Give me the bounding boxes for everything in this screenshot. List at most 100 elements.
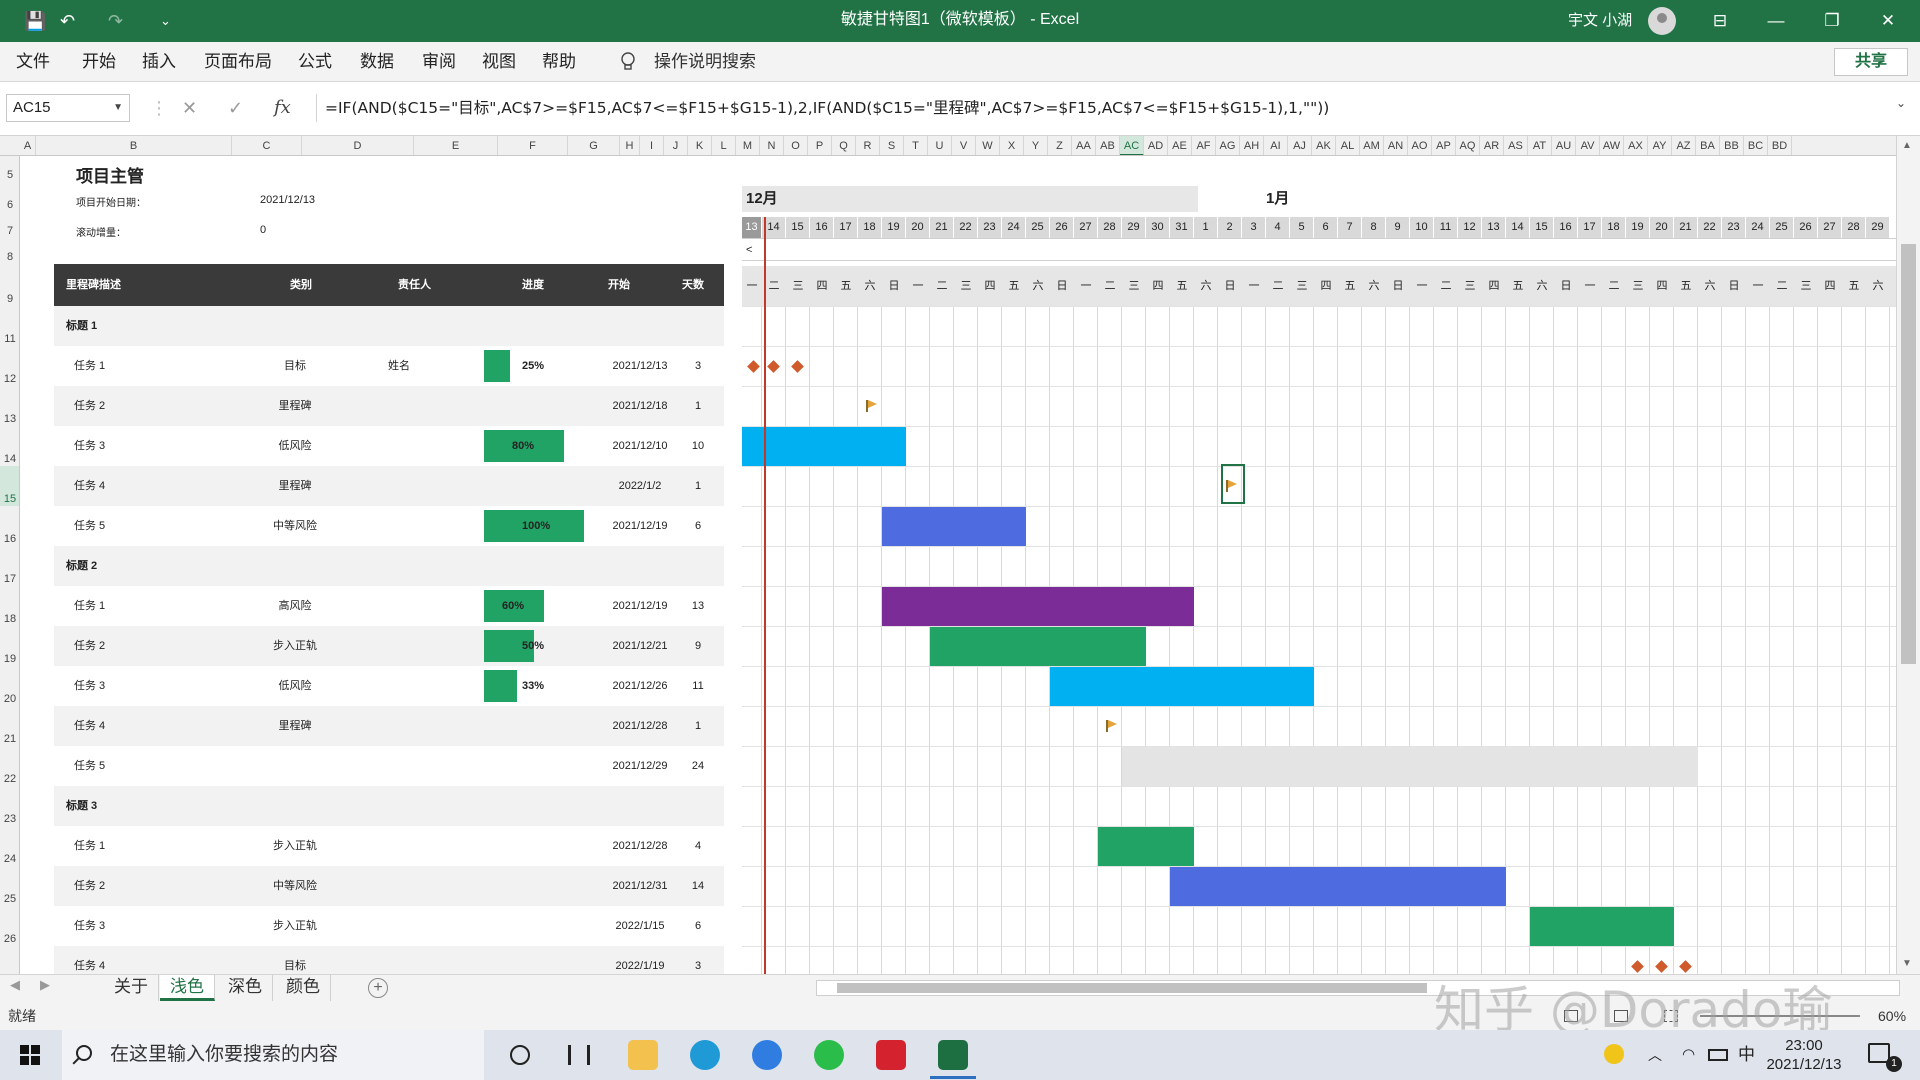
timeline-day[interactable]: 4 — [1266, 217, 1290, 238]
tab-color[interactable]: 颜色 — [276, 975, 331, 1001]
column-header-a[interactable]: A — [20, 136, 36, 155]
column-header-ak[interactable]: AK — [1312, 136, 1336, 155]
timeline-weekday[interactable]: 六 — [1194, 266, 1218, 306]
timeline-weekday[interactable]: 一 — [1578, 266, 1602, 306]
header-desc[interactable]: 里程碑描述 — [66, 264, 121, 306]
task-desc[interactable]: 任务 1 — [74, 346, 105, 386]
task-days[interactable]: 1 — [684, 706, 712, 746]
scroll-increment-value[interactable]: 0 — [260, 224, 266, 236]
timeline-weekday[interactable]: 四 — [978, 266, 1002, 306]
task-start[interactable]: 2021/12/31 — [600, 866, 680, 906]
column-header-m[interactable]: M — [736, 136, 760, 155]
column-header-t[interactable]: T — [904, 136, 928, 155]
task-start[interactable]: 2022/1/15 — [600, 906, 680, 946]
vertical-scrollbar[interactable]: ▲ ▼ — [1896, 136, 1920, 974]
timeline-day[interactable]: 20 — [1650, 217, 1674, 238]
task-start[interactable]: 2021/12/28 — [600, 826, 680, 866]
edge-icon[interactable] — [690, 1040, 720, 1070]
gantt-bar[interactable] — [1170, 867, 1506, 906]
timeline-weekday[interactable]: 五 — [1002, 266, 1026, 306]
column-header-x[interactable]: X — [1000, 136, 1024, 155]
restore-button[interactable]: ❐ — [1804, 0, 1860, 42]
column-header-d[interactable]: D — [302, 136, 414, 155]
menu-view[interactable]: 视图 — [482, 42, 516, 82]
column-header-ae[interactable]: AE — [1168, 136, 1192, 155]
task-category[interactable]: 高风险 — [250, 586, 340, 626]
task-start[interactable]: 2022/1/2 — [600, 466, 680, 506]
timeline-weekday[interactable]: 四 — [810, 266, 834, 306]
timeline-weekday[interactable]: 五 — [1506, 266, 1530, 306]
task-category[interactable]: 步入正轨 — [250, 906, 340, 946]
task-category[interactable]: 步入正轨 — [250, 826, 340, 866]
timeline-day[interactable]: 10 — [1410, 217, 1434, 238]
hscroll-thumb[interactable] — [837, 983, 1427, 993]
task-category[interactable]: 低风险 — [250, 666, 340, 706]
timeline-day[interactable]: 22 — [1698, 217, 1722, 238]
task-start[interactable]: 2021/12/21 — [600, 626, 680, 666]
task-desc[interactable]: 任务 2 — [74, 866, 105, 906]
table-row[interactable]: 任务 2 里程碑 2021/12/18 1 — [54, 386, 724, 426]
timeline-day[interactable]: 19 — [1626, 217, 1650, 238]
timeline-weekday[interactable]: 五 — [1170, 266, 1194, 306]
worksheet[interactable]: 项目主管 项目开始日期： 2021/12/13 滚动增量： 0 里程碑描述 类别… — [20, 156, 1896, 974]
group-title[interactable]: 标题 1 — [66, 306, 97, 346]
row-header-5[interactable]: 5 — [0, 156, 19, 182]
task-days[interactable]: 1 — [684, 386, 712, 426]
progress-value[interactable]: 50% — [522, 626, 544, 666]
task-desc[interactable]: 任务 1 — [74, 586, 105, 626]
timeline-day[interactable]: 13 — [742, 217, 762, 238]
task-days[interactable]: 9 — [684, 626, 712, 666]
column-header-aq[interactable]: AQ — [1456, 136, 1480, 155]
night-light-icon[interactable] — [1604, 1044, 1624, 1064]
scroll-thumb[interactable] — [1901, 244, 1916, 664]
row-header-20[interactable]: 20 — [0, 666, 19, 706]
timeline-weekday[interactable]: 三 — [954, 266, 978, 306]
task-days[interactable]: 4 — [684, 826, 712, 866]
column-header-n[interactable]: N — [760, 136, 784, 155]
tab-prev-icon[interactable]: ◀ — [10, 977, 20, 993]
menu-insert[interactable]: 插入 — [142, 42, 176, 82]
timeline-day[interactable]: 12 — [1458, 217, 1482, 238]
task-view-icon[interactable] — [568, 1045, 590, 1065]
timeline-day[interactable]: 15 — [1530, 217, 1554, 238]
task-start[interactable]: 2021/12/18 — [600, 386, 680, 426]
task-desc[interactable]: 任务 4 — [74, 466, 105, 506]
timeline-weekday[interactable]: 一 — [742, 266, 762, 306]
column-header-am[interactable]: AM — [1360, 136, 1384, 155]
chevron-down-icon[interactable]: ▼ — [113, 95, 123, 121]
table-row[interactable]: 任务 4 里程碑 2021/12/28 1 — [54, 706, 724, 746]
goal-marker[interactable] — [767, 360, 780, 373]
timeline-day[interactable]: 28 — [1098, 217, 1122, 238]
timeline-day[interactable]: 5 — [1290, 217, 1314, 238]
timeline-day[interactable]: 24 — [1002, 217, 1026, 238]
row-header-25[interactable]: 25 — [0, 866, 19, 906]
column-header-g[interactable]: G — [568, 136, 620, 155]
row-header-13[interactable]: 13 — [0, 386, 19, 426]
row-header-24[interactable]: 24 — [0, 826, 19, 866]
gantt-bar[interactable] — [930, 627, 1146, 666]
column-header-b[interactable]: B — [36, 136, 232, 155]
timeline-weekday[interactable]: 六 — [858, 266, 882, 306]
task-days[interactable]: 10 — [684, 426, 712, 466]
zoom-level[interactable]: 60% — [1878, 1002, 1906, 1030]
file-explorer-icon[interactable] — [628, 1040, 658, 1070]
goal-marker[interactable] — [747, 360, 760, 373]
column-header-ah[interactable]: AH — [1240, 136, 1264, 155]
goal-marker[interactable] — [791, 360, 804, 373]
timeline-day[interactable]: 23 — [1722, 217, 1746, 238]
timeline-weekday[interactable]: 四 — [1146, 266, 1170, 306]
timeline-day[interactable]: 17 — [1578, 217, 1602, 238]
timeline-weekday[interactable]: 二 — [930, 266, 954, 306]
table-row[interactable]: 任务 3 低风险 80% 2021/12/10 10 — [54, 426, 724, 466]
row-header-17[interactable]: 17 — [0, 546, 19, 586]
table-row[interactable]: 任务 4 里程碑 2022/1/2 1 — [54, 466, 724, 506]
project-start-value[interactable]: 2021/12/13 — [260, 194, 315, 206]
timeline-weekday[interactable]: 四 — [1482, 266, 1506, 306]
timeline-day[interactable]: 27 — [1818, 217, 1842, 238]
user-name[interactable]: 宇文 小湖 — [1568, 0, 1632, 42]
wifi-icon[interactable]: ◠ — [1682, 1030, 1695, 1080]
add-sheet-icon[interactable]: + — [368, 978, 388, 998]
timeline-day[interactable]: 21 — [1674, 217, 1698, 238]
row-header-14[interactable]: 14 — [0, 426, 19, 466]
task-category[interactable]: 目标 — [250, 346, 340, 386]
